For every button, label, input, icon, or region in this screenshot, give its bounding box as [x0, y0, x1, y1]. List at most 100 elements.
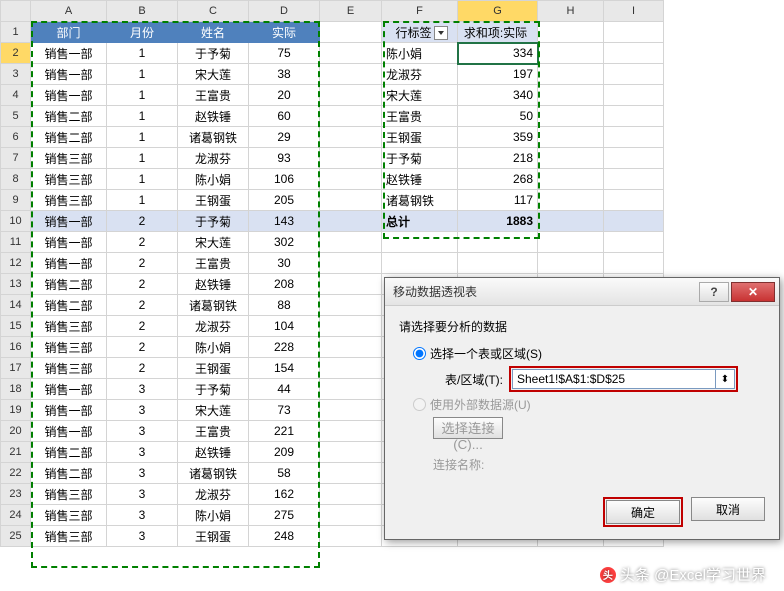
cell[interactable]: 75	[249, 43, 320, 64]
row-header[interactable]: 1	[1, 22, 31, 43]
col-header-B[interactable]: B	[107, 1, 178, 22]
cell[interactable]: 销售一部	[31, 379, 107, 400]
cell[interactable]: 58	[249, 463, 320, 484]
help-button[interactable]: ?	[699, 282, 729, 302]
cell[interactable]: 1	[107, 43, 178, 64]
row-header[interactable]: 13	[1, 274, 31, 295]
cell[interactable]: 销售二部	[31, 127, 107, 148]
cancel-button[interactable]: 取消	[691, 497, 765, 521]
pivot-total-label[interactable]: 总计	[382, 211, 458, 232]
table-header-cell[interactable]: 部门	[31, 22, 107, 43]
cell[interactable]	[538, 190, 604, 211]
row-header[interactable]: 7	[1, 148, 31, 169]
pivot-cell[interactable]: 197	[458, 64, 538, 85]
cell[interactable]	[604, 169, 664, 190]
cell[interactable]: 228	[249, 337, 320, 358]
ok-button[interactable]: 确定	[606, 500, 680, 524]
cell[interactable]	[538, 148, 604, 169]
row-header[interactable]: 20	[1, 421, 31, 442]
cell[interactable]: 销售三部	[31, 169, 107, 190]
cell[interactable]	[538, 64, 604, 85]
cell[interactable]: 3	[107, 421, 178, 442]
cell[interactable]	[604, 148, 664, 169]
cell[interactable]	[604, 43, 664, 64]
row-header[interactable]: 17	[1, 358, 31, 379]
cell[interactable]: 1	[107, 127, 178, 148]
cell[interactable]: 1	[107, 85, 178, 106]
cell[interactable]: 205	[249, 190, 320, 211]
cell[interactable]	[320, 232, 382, 253]
cell[interactable]: 44	[249, 379, 320, 400]
cell[interactable]	[320, 463, 382, 484]
cell[interactable]: 143	[249, 211, 320, 232]
cell[interactable]	[458, 232, 538, 253]
pivot-cell[interactable]: 陈小娟	[382, 43, 458, 64]
cell[interactable]	[320, 127, 382, 148]
cell[interactable]: 龙淑芬	[178, 148, 249, 169]
cell[interactable]: 赵铁锤	[178, 274, 249, 295]
cell[interactable]	[604, 253, 664, 274]
col-header-D[interactable]: D	[249, 1, 320, 22]
cell[interactable]: 销售三部	[31, 148, 107, 169]
cell[interactable]	[604, 232, 664, 253]
cell[interactable]: 3	[107, 463, 178, 484]
cell[interactable]: 30	[249, 253, 320, 274]
cell[interactable]	[604, 64, 664, 85]
cell[interactable]	[604, 190, 664, 211]
row-header[interactable]: 12	[1, 253, 31, 274]
cell[interactable]: 209	[249, 442, 320, 463]
cell[interactable]	[382, 253, 458, 274]
cell[interactable]: 销售二部	[31, 274, 107, 295]
cell[interactable]	[538, 106, 604, 127]
cell[interactable]: 2	[107, 253, 178, 274]
cell[interactable]: 1	[107, 190, 178, 211]
cell[interactable]	[320, 190, 382, 211]
pivot-cell[interactable]: 268	[458, 169, 538, 190]
row-header[interactable]: 14	[1, 295, 31, 316]
cell[interactable]: 93	[249, 148, 320, 169]
row-header[interactable]: 22	[1, 463, 31, 484]
cell[interactable]	[320, 421, 382, 442]
cell[interactable]	[320, 505, 382, 526]
cell[interactable]: 于予菊	[178, 211, 249, 232]
cell[interactable]	[538, 232, 604, 253]
cell[interactable]: 销售一部	[31, 211, 107, 232]
cell[interactable]	[538, 127, 604, 148]
pivot-cell[interactable]: 340	[458, 85, 538, 106]
col-header-C[interactable]: C	[178, 1, 249, 22]
pivot-cell[interactable]: 117	[458, 190, 538, 211]
cell[interactable]	[320, 169, 382, 190]
cell[interactable]: 销售一部	[31, 85, 107, 106]
cell[interactable]: 275	[249, 505, 320, 526]
range-picker-icon[interactable]: ⬍	[715, 369, 735, 389]
cell[interactable]	[320, 295, 382, 316]
filter-dropdown-icon[interactable]	[434, 26, 448, 40]
cell[interactable]	[320, 43, 382, 64]
cell[interactable]: 154	[249, 358, 320, 379]
cell[interactable]: 3	[107, 400, 178, 421]
pivot-row-label-header[interactable]: 行标签	[382, 22, 458, 43]
cell[interactable]: 销售一部	[31, 253, 107, 274]
cell[interactable]: 88	[249, 295, 320, 316]
cell[interactable]: 诸葛钢铁	[178, 295, 249, 316]
cell[interactable]: 王富贵	[178, 253, 249, 274]
cell[interactable]	[538, 85, 604, 106]
cell[interactable]: 销售三部	[31, 505, 107, 526]
row-header[interactable]: 8	[1, 169, 31, 190]
pivot-cell[interactable]: 赵铁锤	[382, 169, 458, 190]
cell[interactable]	[320, 148, 382, 169]
cell[interactable]: 于予菊	[178, 379, 249, 400]
row-header[interactable]: 3	[1, 64, 31, 85]
col-header-F[interactable]: F	[382, 1, 458, 22]
cell[interactable]	[382, 232, 458, 253]
radio-external-source[interactable]: 使用外部数据源(U)	[413, 396, 765, 413]
cell[interactable]: 宋大莲	[178, 64, 249, 85]
cell[interactable]	[458, 253, 538, 274]
cell[interactable]: 销售三部	[31, 358, 107, 379]
cell[interactable]	[604, 211, 664, 232]
cell[interactable]	[320, 85, 382, 106]
row-header[interactable]: 11	[1, 232, 31, 253]
row-header[interactable]: 24	[1, 505, 31, 526]
cell[interactable]	[604, 127, 664, 148]
cell[interactable]: 3	[107, 526, 178, 547]
